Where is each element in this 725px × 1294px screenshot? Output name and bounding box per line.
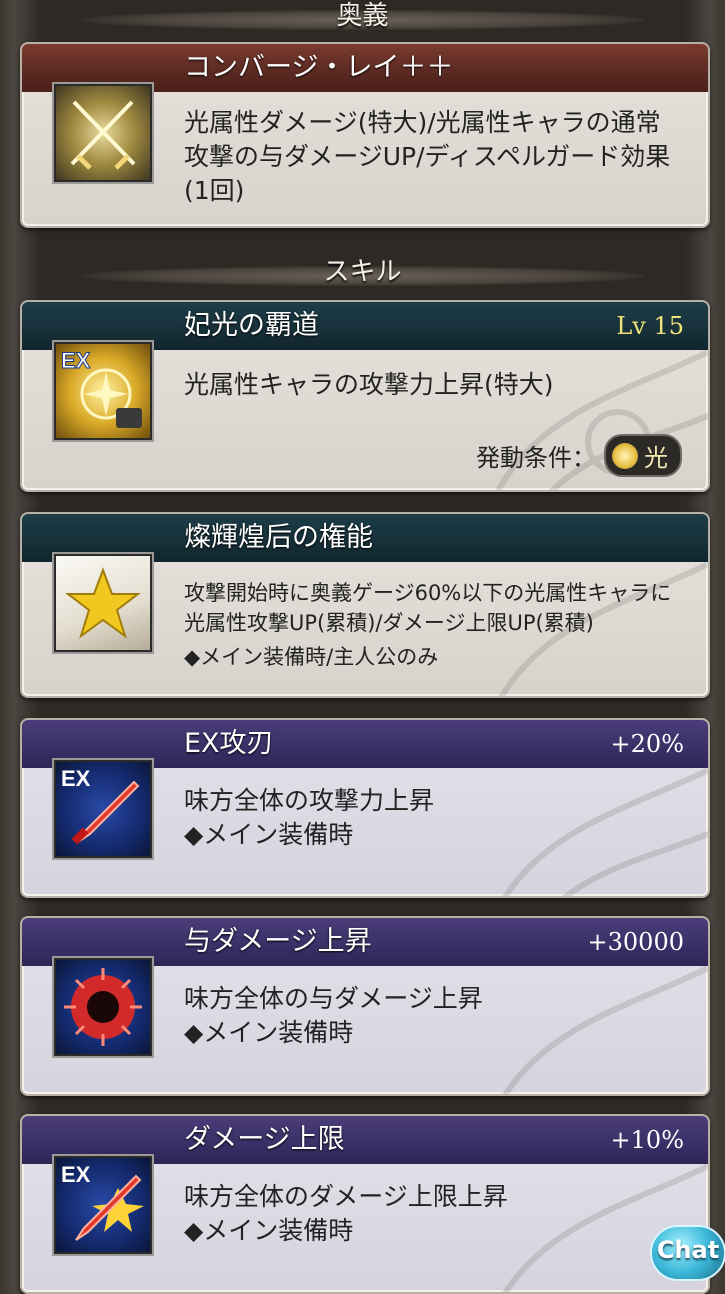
skill-description: 味方全体の攻撃力上昇 xyxy=(184,786,435,815)
red-burst-icon xyxy=(54,958,152,1056)
light-element-icon xyxy=(612,442,638,469)
skill-card[interactable]: ダメージ上限 +10% EX 味方全体のダメージ上限上昇 ◆メイン装備時 xyxy=(20,1114,710,1294)
skill-value: +30000 xyxy=(587,928,684,956)
skill-value: +20% xyxy=(610,730,684,758)
skill-value: +10% xyxy=(610,1126,684,1154)
light-element-badge: 光 xyxy=(604,434,682,477)
skill-card[interactable]: 与ダメージ上昇 +30000 味方全体の与ダメージ上昇 ◆メイン装備時 xyxy=(20,916,710,1096)
skill-card[interactable]: 妃光の覇道 Lv 15 EX 光属性キャラの攻撃力上昇(特大) 発動条件： 光 xyxy=(20,300,710,492)
crossed-swords-light-icon xyxy=(54,84,152,182)
skill-description: 味方全体の与ダメージ上昇 xyxy=(184,984,483,1013)
ex-blade-star-icon: EX xyxy=(54,1156,152,1254)
ougi-name: コンバージ・レイ＋＋ xyxy=(184,52,454,83)
svg-text:EX: EX xyxy=(61,1162,91,1187)
gold-star-icon xyxy=(54,554,152,652)
skill-note: ◆メイン装備時 xyxy=(184,820,354,849)
chat-button[interactable]: Chat xyxy=(650,1225,725,1281)
section-heading-skill: スキル xyxy=(0,256,725,296)
section-heading-ougi: 奥義 xyxy=(0,0,725,40)
condition-label: 発動条件： xyxy=(476,444,596,472)
skill-name: 燦輝煌后の権能 xyxy=(184,522,373,553)
skill-name: 与ダメージ上昇 xyxy=(184,926,372,957)
skill-note: ◆メイン装備時/主人公のみ xyxy=(184,645,439,669)
skill-note: ◆メイン装備時 xyxy=(184,1216,354,1245)
ex-red-blade-icon: EX xyxy=(54,760,152,858)
skill-description: 攻撃開始時に奥義ゲージ60%以下の光属性キャラに光属性攻撃UP(累積)/ダメージ… xyxy=(184,581,672,635)
skill-level: Lv 15 xyxy=(616,312,684,340)
skill-description: 光属性キャラの攻撃力上昇(特大) xyxy=(184,370,554,399)
ex-light-sun-icon: EX xyxy=(54,342,152,440)
skill-card[interactable]: 燦輝煌后の権能 攻撃開始時に奥義ゲージ60%以下の光属性キャラに光属性攻撃UP(… xyxy=(20,512,710,698)
skill-name: ダメージ上限 xyxy=(184,1124,345,1155)
skill-name: 妃光の覇道 xyxy=(184,310,319,341)
section-heading-text: 奥義 xyxy=(336,1,389,31)
skill-note: ◆メイン装備時 xyxy=(184,1018,354,1047)
section-heading-text: スキル xyxy=(323,257,402,287)
condition-value: 光 xyxy=(644,444,668,472)
svg-text:EX: EX xyxy=(61,766,91,791)
skill-description: 味方全体のダメージ上限上昇 xyxy=(184,1182,508,1211)
activation-condition: 発動条件： 光 xyxy=(476,434,682,477)
ougi-description: 光属性ダメージ(特大)/光属性キャラの通常攻撃の与ダメージUP/ディスペルガード… xyxy=(184,108,671,205)
svg-text:EX: EX xyxy=(61,348,91,373)
skill-card[interactable]: EX攻刃 +20% EX 味方全体の攻撃力上昇 ◆メイン装備時 xyxy=(20,718,710,898)
ougi-card[interactable]: コンバージ・レイ＋＋ 光属性ダメージ(特大)/光属性キャラの通常攻撃の与ダメージ… xyxy=(20,42,710,228)
skill-name: EX攻刃 xyxy=(184,728,274,759)
